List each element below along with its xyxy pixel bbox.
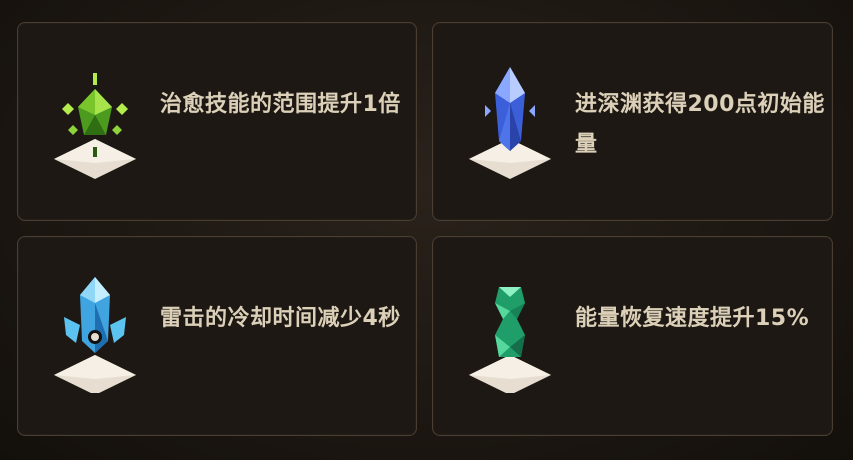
buff-card-healing-range[interactable]: 治愈技能的范围提升1倍 [17, 22, 417, 221]
buff-card-abyss-energy[interactable]: 进深渊获得200点初始能量 [432, 22, 833, 221]
buff-card-thunder-cooldown[interactable]: 雷击的冷却时间减少4秒 [17, 236, 417, 436]
buff-card-energy-regen[interactable]: 能量恢复速度提升15% [432, 236, 833, 436]
green-healing-crystal-icon [40, 59, 150, 179]
ice-lightning-crystal-icon [40, 273, 150, 395]
buff-description: 治愈技能的范围提升1倍 [160, 92, 401, 117]
faded-background-text [40, 425, 290, 455]
blue-abyss-crystal-icon [455, 59, 565, 179]
buff-description: 进深渊获得200点初始能量 [575, 92, 825, 157]
buff-selection-panel: 治愈技能的范围提升1倍 进深渊获得200点初始能量 雷击的冷却时间减少4秒 能量… [0, 0, 853, 460]
buff-description: 能量恢复速度提升15% [575, 306, 810, 331]
emerald-energy-crystal-icon [455, 273, 565, 395]
buff-description: 雷击的冷却时间减少4秒 [160, 306, 401, 331]
